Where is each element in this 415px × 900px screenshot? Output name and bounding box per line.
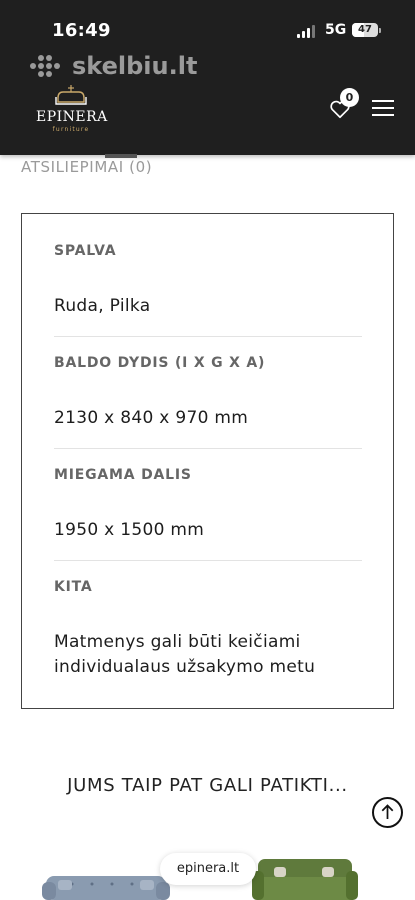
battery-icon: 47: [352, 23, 378, 37]
detail-value-size: 2130 x 840 x 970 mm: [54, 408, 249, 428]
related-products-heading: JUMS TAIP PAT GALI PATIKTI...: [67, 775, 348, 796]
watermark-dots-icon: [30, 55, 64, 77]
browser-url-pill[interactable]: epinera.lt: [160, 853, 256, 885]
product-details-table: SPALVA Ruda, Pilka BALDO DYDIS (I X G X …: [21, 213, 394, 709]
tab-reviews[interactable]: ATSILIEPIMAI (0): [21, 158, 152, 176]
wishlist-count-badge: 0: [340, 88, 359, 107]
detail-label-other: KITA: [54, 579, 93, 595]
sofa-logo-icon: [55, 85, 87, 105]
detail-value-other: Matmenys gali būti keičiami individualau…: [54, 630, 362, 680]
divider: [54, 560, 362, 561]
brand-name: EPINERA: [36, 109, 108, 125]
product-thumbnail-grey-sofa[interactable]: [42, 870, 170, 900]
network-type: 5G: [325, 22, 347, 38]
brand-logo[interactable]: EPINERA furniture: [36, 84, 108, 134]
watermark-text: skelbiu.lt: [72, 52, 198, 80]
scroll-to-top-button[interactable]: [372, 797, 403, 828]
top-header: 16:49 5G 47 skelbiu.lt EPINERA furniture…: [0, 0, 415, 155]
divider: [54, 448, 362, 449]
battery-tip: [379, 28, 381, 33]
detail-label-sleeping-area: MIEGAMA DALIS: [54, 467, 192, 483]
battery-percent: 47: [358, 24, 372, 35]
detail-label-color: SPALVA: [54, 243, 117, 259]
detail-value-other-line1: Matmenys gali būti keičiami: [54, 632, 301, 652]
status-time: 16:49: [52, 20, 111, 41]
hamburger-menu-icon[interactable]: [372, 100, 394, 117]
brand-tagline: furniture: [52, 126, 90, 133]
detail-label-size: BALDO DYDIS (I X G X A): [54, 355, 266, 371]
detail-value-other-line2: individualaus užsakymo metu: [54, 657, 316, 677]
product-thumbnail-green-sofa[interactable]: [252, 855, 358, 900]
detail-value-sleeping-area: 1950 x 1500 mm: [54, 520, 205, 540]
divider: [54, 336, 362, 337]
signal-icon: [297, 24, 317, 38]
detail-value-color: Ruda, Pilka: [54, 296, 151, 316]
